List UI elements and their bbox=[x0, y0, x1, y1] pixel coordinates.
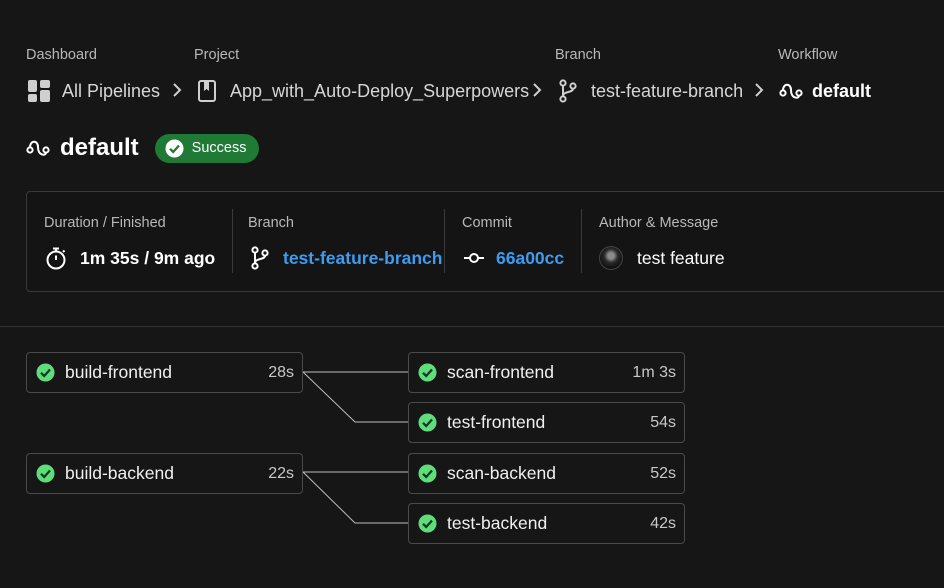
page-title: default bbox=[60, 134, 139, 161]
workflow-icon bbox=[778, 78, 804, 104]
check-circle-icon bbox=[418, 514, 437, 533]
job-name: build-backend bbox=[65, 463, 174, 483]
job-duration: 52s bbox=[650, 464, 676, 482]
summary-card: Duration / Finished 1m 35s / 9m ago Bran… bbox=[26, 191, 944, 292]
author-caption: Author & Message bbox=[599, 215, 719, 231]
divider bbox=[581, 209, 582, 273]
breadcrumb-caption: Project bbox=[194, 47, 240, 63]
job-name: test-frontend bbox=[447, 412, 546, 432]
job-duration: 42s bbox=[650, 514, 676, 532]
branch-section: Branch test-feature-branch bbox=[248, 209, 442, 277]
job-name: build-frontend bbox=[65, 362, 173, 382]
job-test-frontend[interactable]: test-frontend 54s bbox=[408, 402, 685, 443]
duration-section: Duration / Finished 1m 35s / 9m ago bbox=[44, 209, 215, 277]
job-duration: 54s bbox=[650, 413, 676, 431]
git-branch-icon bbox=[248, 246, 272, 270]
page-title-row: default Success bbox=[26, 131, 260, 165]
check-circle-icon bbox=[418, 363, 437, 382]
breadcrumb-branch[interactable]: Branch test-feature-branch bbox=[555, 46, 743, 104]
commit-link[interactable]: 66a00cc bbox=[496, 248, 564, 269]
breadcrumb-label: test-feature-branch bbox=[591, 80, 744, 101]
branch-caption: Branch bbox=[248, 215, 294, 231]
breadcrumb: Dashboard All Pipelines Project App_with… bbox=[26, 46, 944, 106]
status-badge: Success bbox=[154, 133, 260, 163]
divider bbox=[444, 209, 445, 273]
breadcrumb-caption: Workflow bbox=[778, 47, 838, 63]
author-section: Author & Message test feature bbox=[599, 209, 725, 277]
breadcrumb-caption: Branch bbox=[555, 47, 601, 63]
project-bookmark-icon bbox=[194, 78, 220, 104]
check-circle-icon bbox=[165, 139, 184, 158]
job-name: scan-backend bbox=[447, 463, 556, 483]
branch-link[interactable]: test-feature-branch bbox=[283, 248, 442, 269]
job-scan-backend[interactable]: scan-backend 52s bbox=[408, 453, 685, 494]
git-commit-icon bbox=[462, 246, 486, 270]
duration-caption: Duration / Finished bbox=[44, 215, 166, 231]
check-circle-icon bbox=[418, 464, 437, 483]
divider bbox=[0, 326, 944, 327]
breadcrumb-workflow[interactable]: Workflow default bbox=[778, 46, 871, 104]
duration-value: 1m 35s / 9m ago bbox=[80, 247, 216, 268]
job-build-frontend[interactable]: build-frontend 28s bbox=[26, 352, 303, 393]
commit-message: test feature bbox=[637, 247, 725, 268]
job-name: test-backend bbox=[447, 513, 548, 533]
divider bbox=[232, 209, 233, 273]
dashboard-grid-icon bbox=[26, 78, 52, 104]
job-duration: 28s bbox=[268, 363, 294, 381]
breadcrumb-dashboard[interactable]: Dashboard All Pipelines bbox=[26, 46, 160, 104]
avatar bbox=[599, 246, 623, 270]
check-circle-icon bbox=[418, 413, 437, 432]
commit-section: Commit 66a00cc bbox=[462, 209, 564, 277]
breadcrumb-label: default bbox=[812, 80, 872, 101]
check-circle-icon bbox=[36, 363, 55, 382]
commit-caption: Commit bbox=[462, 215, 512, 231]
job-build-backend[interactable]: build-backend 22s bbox=[26, 453, 303, 494]
workflow-icon bbox=[26, 136, 50, 160]
status-badge-label: Success bbox=[191, 140, 247, 156]
breadcrumb-label: App_with_Auto-Deploy_Superpowers bbox=[230, 80, 530, 101]
job-scan-frontend[interactable]: scan-frontend 1m 3s bbox=[408, 352, 685, 393]
check-circle-icon bbox=[36, 464, 55, 483]
git-branch-icon bbox=[555, 78, 581, 104]
stopwatch-icon bbox=[44, 246, 68, 270]
job-graph: build-frontend 28s scan-frontend 1m 3s t… bbox=[0, 340, 944, 570]
job-duration: 1m 3s bbox=[632, 363, 676, 381]
breadcrumb-project[interactable]: Project App_with_Auto-Deploy_Superpowers bbox=[194, 46, 529, 104]
job-duration: 22s bbox=[268, 464, 294, 482]
chevron-right-icon bbox=[531, 80, 543, 100]
breadcrumb-caption: Dashboard bbox=[26, 47, 97, 63]
chevron-right-icon bbox=[753, 80, 765, 100]
chevron-right-icon bbox=[171, 80, 183, 100]
job-name: scan-frontend bbox=[447, 362, 555, 382]
breadcrumb-label: All Pipelines bbox=[62, 80, 161, 101]
job-test-backend[interactable]: test-backend 42s bbox=[408, 503, 685, 544]
